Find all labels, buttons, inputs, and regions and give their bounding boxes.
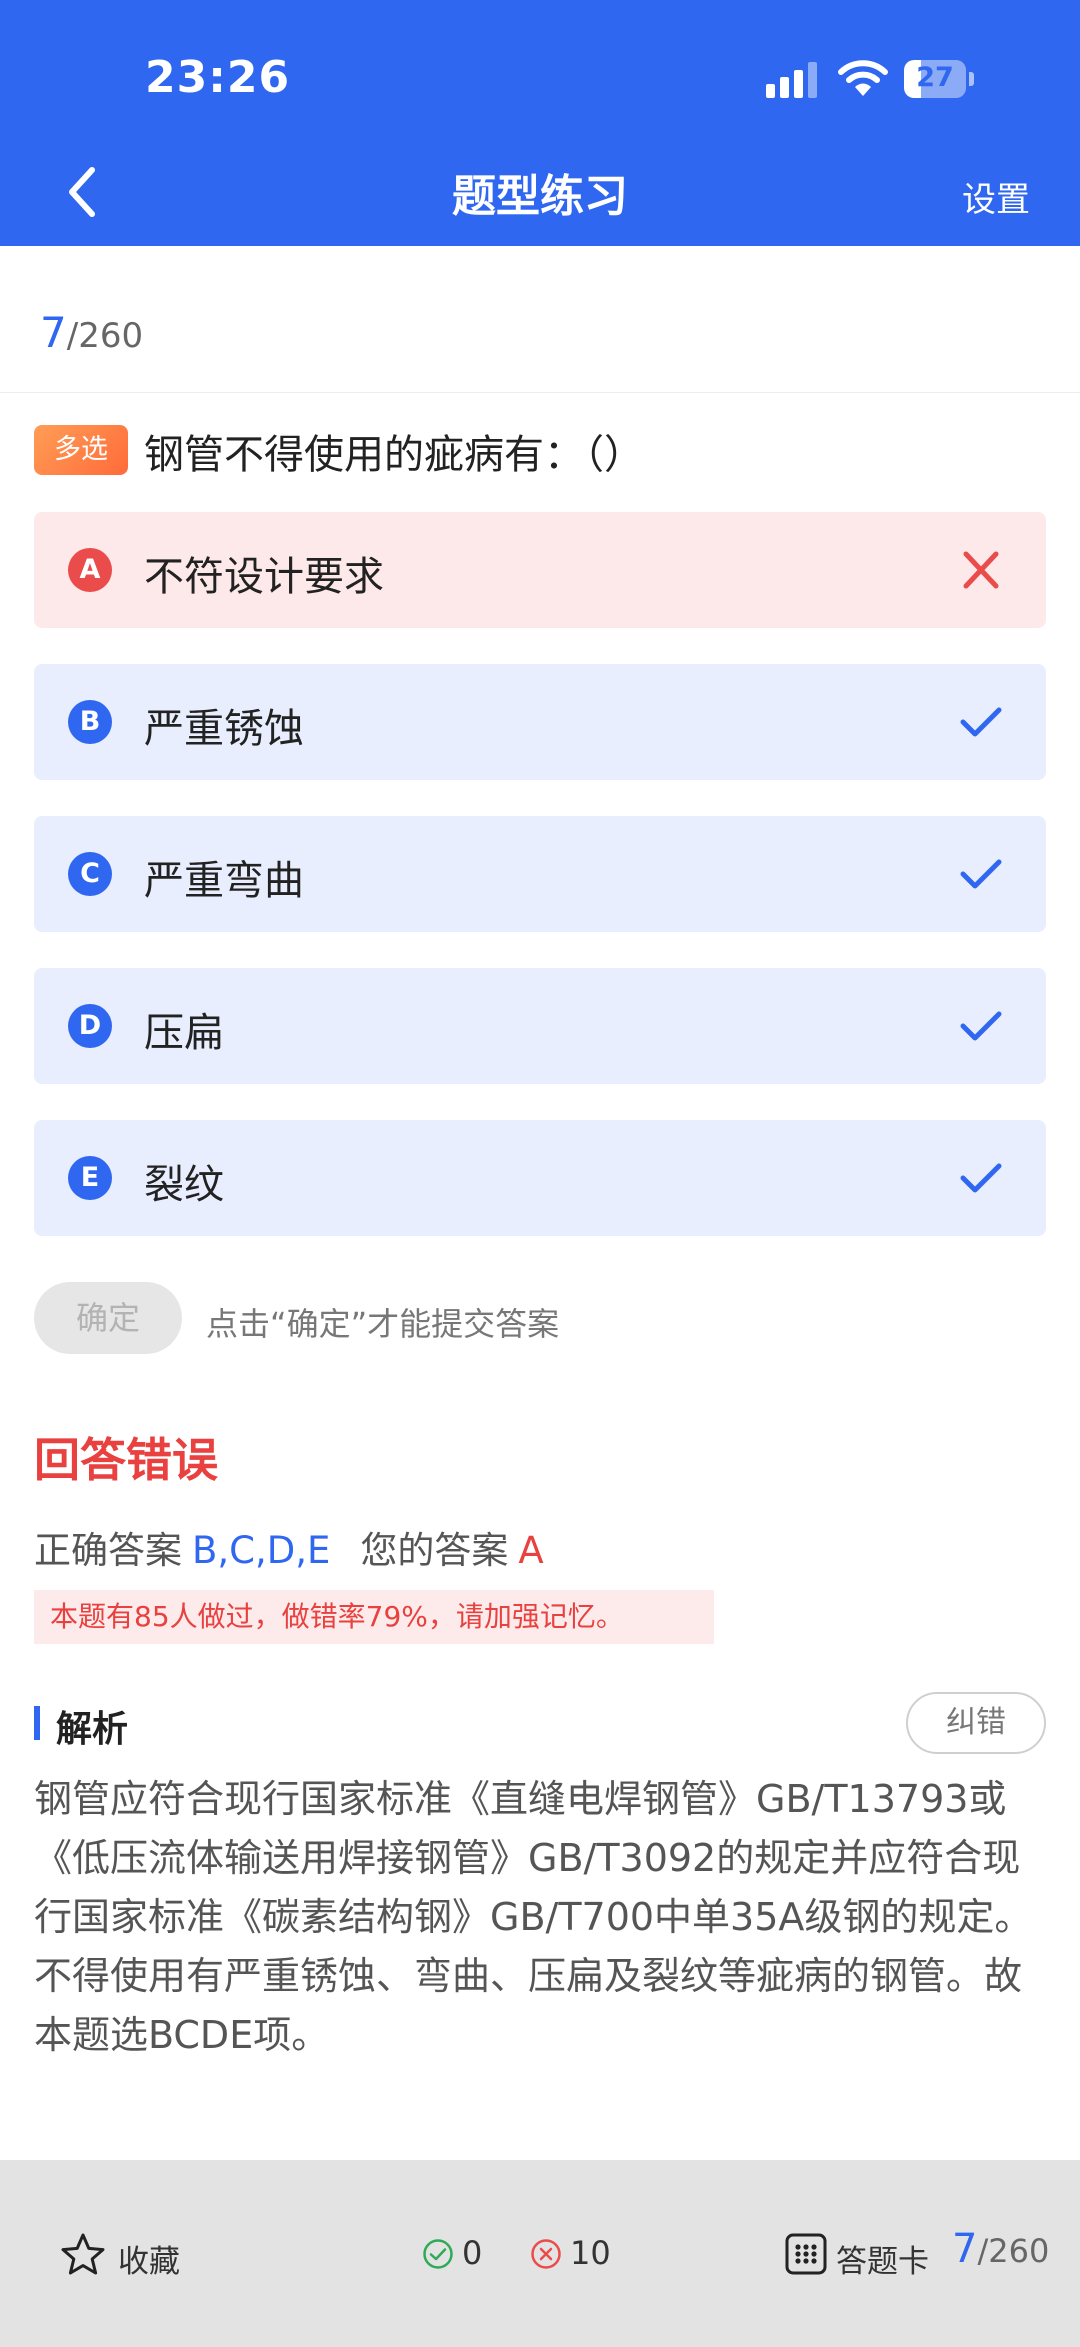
favorite-button[interactable]: 收藏 [118, 2236, 180, 2281]
result-title: 回答错误 [34, 1433, 218, 1487]
grid-icon[interactable] [785, 2233, 827, 2275]
check-circle-icon [423, 2239, 453, 2269]
answer-summary: 正确答案 B,C,D,E 您的答案 A [34, 1520, 544, 1574]
answer-card-button[interactable]: 答题卡 [836, 2236, 929, 2281]
check-icon [960, 1163, 1002, 1193]
correct-answer-value: B,C,D,E [192, 1529, 331, 1572]
divider [0, 392, 1080, 393]
progress-total: /260 [66, 316, 144, 356]
error-rate-note: 本题有85人做过，做错率79%，请加强记忆。 [34, 1590, 714, 1644]
option-e[interactable]: E 裂纹 [34, 1120, 1046, 1236]
section-accent-bar [34, 1706, 40, 1740]
question-text: 钢管不得使用的疵病有：（） [144, 432, 644, 478]
question-progress: 7/260 [40, 308, 143, 357]
check-icon [960, 859, 1002, 889]
correct-count: 0 [462, 2234, 483, 2272]
battery-icon: 27 [904, 60, 974, 98]
option-letter: C [68, 852, 112, 896]
option-text: 不符设计要求 [144, 554, 384, 600]
wrong-count: 10 [570, 2234, 611, 2272]
star-icon[interactable] [60, 2232, 106, 2278]
confirm-button[interactable]: 确定 [34, 1282, 182, 1354]
option-b[interactable]: B 严重锈蚀 [34, 664, 1046, 780]
x-circle-icon [531, 2239, 561, 2269]
confirm-hint: 点击“确定”才能提交答案 [206, 1305, 560, 1343]
option-d[interactable]: D 压扁 [34, 968, 1046, 1084]
progress-current: 7 [40, 308, 67, 357]
option-letter: D [68, 1004, 112, 1048]
header: 23:26 27 题型练习 设置 [0, 0, 1080, 246]
your-answer-value: A [518, 1529, 544, 1572]
option-letter: B [68, 700, 112, 744]
option-c[interactable]: C 严重弯曲 [34, 816, 1046, 932]
option-text: 压扁 [144, 1010, 224, 1056]
bottom-progress-total: /260 [977, 2232, 1050, 2270]
analysis-title: 解析 [56, 1709, 129, 1750]
bottom-progress: 7/260 [952, 2226, 1049, 2272]
option-text: 严重弯曲 [144, 858, 304, 904]
check-icon [960, 707, 1002, 737]
cellular-signal-icon [766, 62, 817, 98]
option-a[interactable]: A 不符设计要求 [34, 512, 1046, 628]
option-text: 严重锈蚀 [144, 706, 304, 752]
status-time: 23:26 [145, 52, 291, 103]
option-letter: A [68, 548, 112, 592]
battery-level: 27 [916, 62, 954, 93]
check-icon [960, 1011, 1002, 1041]
report-error-button[interactable]: 纠错 [906, 1692, 1046, 1754]
option-text: 裂纹 [144, 1162, 224, 1208]
question-type-badge: 多选 [34, 425, 128, 475]
page-title: 题型练习 [452, 171, 628, 222]
option-letter: E [68, 1156, 112, 1200]
your-answer-label: 您的答案 [360, 1529, 509, 1572]
wifi-icon [838, 60, 888, 96]
analysis-text: 钢管应符合现行国家标准《直缝电焊钢管》GB/T13793或《低压流体输送用焊接钢… [34, 1777, 1033, 2057]
settings-button[interactable]: 设置 [962, 172, 1030, 221]
close-icon [963, 551, 999, 589]
correct-answer-label: 正确答案 [34, 1529, 182, 1572]
bottom-progress-current: 7 [952, 2226, 978, 2272]
